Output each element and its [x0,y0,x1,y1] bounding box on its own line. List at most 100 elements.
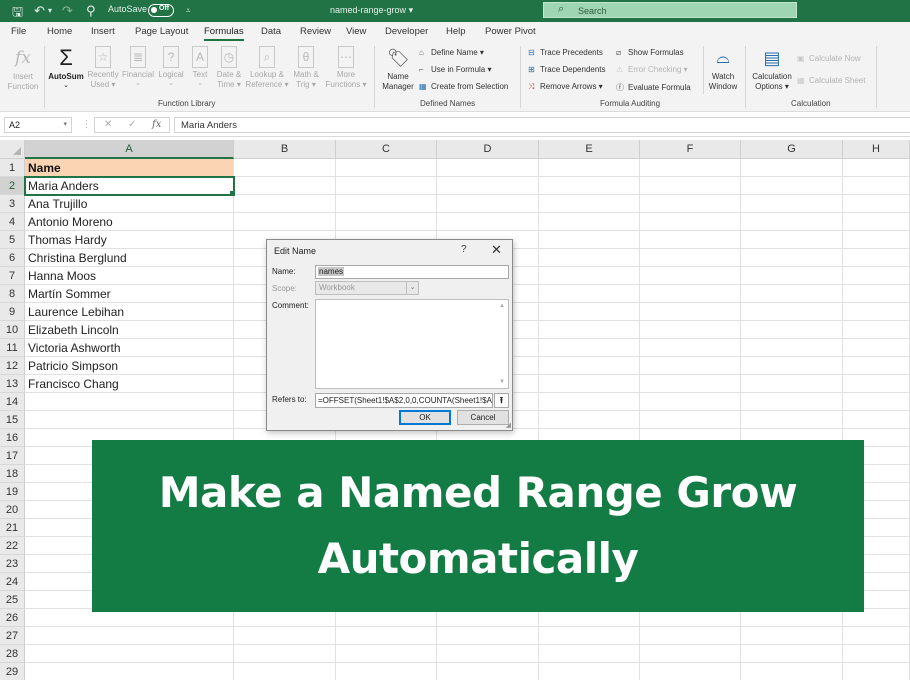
cell-g2[interactable] [741,177,843,195]
cell-e29[interactable] [539,663,640,680]
tab-power-pivot[interactable]: Power Pivot [485,26,536,37]
cell-e1[interactable] [539,159,640,177]
cancel-button[interactable]: Cancel [457,410,509,425]
column-header-b[interactable]: B [234,140,336,159]
cell-a5[interactable]: Thomas Hardy [25,231,234,249]
cell-a14[interactable] [25,393,234,411]
cell-g13[interactable] [741,375,843,393]
cell-h10[interactable] [843,321,910,339]
cell-h11[interactable] [843,339,910,357]
cell-c29[interactable] [336,663,437,680]
comment-textarea[interactable]: ▲ ▼ [315,299,509,389]
cell-g27[interactable] [741,627,843,645]
cell-e8[interactable] [539,285,640,303]
cell-g28[interactable] [741,645,843,663]
select-all-button[interactable] [0,140,25,159]
cell-d27[interactable] [437,627,539,645]
cell-a8[interactable]: Martín Sommer [25,285,234,303]
cell-e10[interactable] [539,321,640,339]
tab-home[interactable]: Home [47,26,72,37]
close-icon[interactable]: ✕ [491,242,502,258]
cell-a12[interactable]: Patricio Simpson [25,357,234,375]
cell-h4[interactable] [843,213,910,231]
cell-b29[interactable] [234,663,336,680]
cell-g15[interactable] [741,411,843,429]
cell-g10[interactable] [741,321,843,339]
cell-f3[interactable] [640,195,741,213]
row-header-10[interactable]: 10 [0,321,25,339]
tab-data[interactable]: Data [261,26,281,37]
row-header-26[interactable]: 26 [0,609,25,627]
scope-select[interactable]: Workbook ⌄ [315,281,419,295]
cell-h28[interactable] [843,645,910,663]
cell-e3[interactable] [539,195,640,213]
cell-e27[interactable] [539,627,640,645]
cell-h5[interactable] [843,231,910,249]
name-field[interactable]: names [315,265,509,279]
cell-a9[interactable]: Laurence Lebihan [25,303,234,321]
insert-function-button[interactable]: fx Insert Function [4,46,42,92]
refers-to-field[interactable]: =OFFSET(Sheet1!$A$2,0,0,COUNTA(Sheet1!$A… [315,393,493,408]
cell-h9[interactable] [843,303,910,321]
cell-a10[interactable]: Elizabeth Lincoln [25,321,234,339]
remove-arrows-button[interactable]: ⤨ Remove Arrows ▾ [528,82,603,92]
tab-file[interactable]: File [11,26,26,37]
column-header-c[interactable]: C [336,140,437,159]
cell-g9[interactable] [741,303,843,321]
cell-d29[interactable] [437,663,539,680]
row-header-12[interactable]: 12 [0,357,25,375]
customize-qat-icon[interactable]: ⩡ [186,6,191,16]
collapse-dialog-icon[interactable]: ⭱ [494,393,509,408]
cell-d3[interactable] [437,195,539,213]
cell-e13[interactable] [539,375,640,393]
tab-view[interactable]: View [346,26,366,37]
row-header-8[interactable]: 8 [0,285,25,303]
cell-e28[interactable] [539,645,640,663]
autosum-button[interactable]: Σ AutoSum ⌄ [47,46,85,90]
row-header-1[interactable]: 1 [0,159,25,177]
cell-h6[interactable] [843,249,910,267]
row-header-27[interactable]: 27 [0,627,25,645]
cell-h1[interactable] [843,159,910,177]
tab-formulas[interactable]: Formulas [204,26,244,41]
row-header-4[interactable]: 4 [0,213,25,231]
row-header-16[interactable]: 16 [0,429,25,447]
cell-e6[interactable] [539,249,640,267]
row-header-11[interactable]: 11 [0,339,25,357]
evaluate-formula-button[interactable]: ⓕ Evaluate Formula [616,82,691,93]
cell-f15[interactable] [640,411,741,429]
cell-c2[interactable] [336,177,437,195]
cell-a29[interactable] [25,663,234,680]
resize-grip-icon[interactable]: ◢ [506,421,511,429]
cell-b28[interactable] [234,645,336,663]
cell-f13[interactable] [640,375,741,393]
tab-developer[interactable]: Developer [385,26,428,37]
column-header-a[interactable]: A [25,140,234,159]
column-header-h[interactable]: H [843,140,910,159]
tab-review[interactable]: Review [300,26,331,37]
cell-f5[interactable] [640,231,741,249]
undo-icon[interactable]: ↶ [34,3,45,19]
row-header-23[interactable]: 23 [0,555,25,573]
name-box[interactable]: A2 ▾ [4,117,72,133]
cell-a15[interactable] [25,411,234,429]
undo-dropdown-icon[interactable]: ▾ [48,6,52,15]
search-tool-icon[interactable]: ⚲ [86,3,96,19]
cell-e4[interactable] [539,213,640,231]
cell-e5[interactable] [539,231,640,249]
cell-g1[interactable] [741,159,843,177]
cell-d2[interactable] [437,177,539,195]
autosave-toggle[interactable]: Off [148,4,174,17]
cell-e2[interactable] [539,177,640,195]
cell-g4[interactable] [741,213,843,231]
row-header-9[interactable]: 9 [0,303,25,321]
error-checking-button[interactable]: ⚠ Error Checking ▾ [616,65,688,74]
column-header-d[interactable]: D [437,140,539,159]
scroll-down-icon[interactable]: ▼ [499,379,505,385]
cell-e14[interactable] [539,393,640,411]
cell-f2[interactable] [640,177,741,195]
cell-h29[interactable] [843,663,910,680]
cell-b1[interactable] [234,159,336,177]
cell-f12[interactable] [640,357,741,375]
text-button[interactable]: A Text ⌄ [187,46,213,88]
